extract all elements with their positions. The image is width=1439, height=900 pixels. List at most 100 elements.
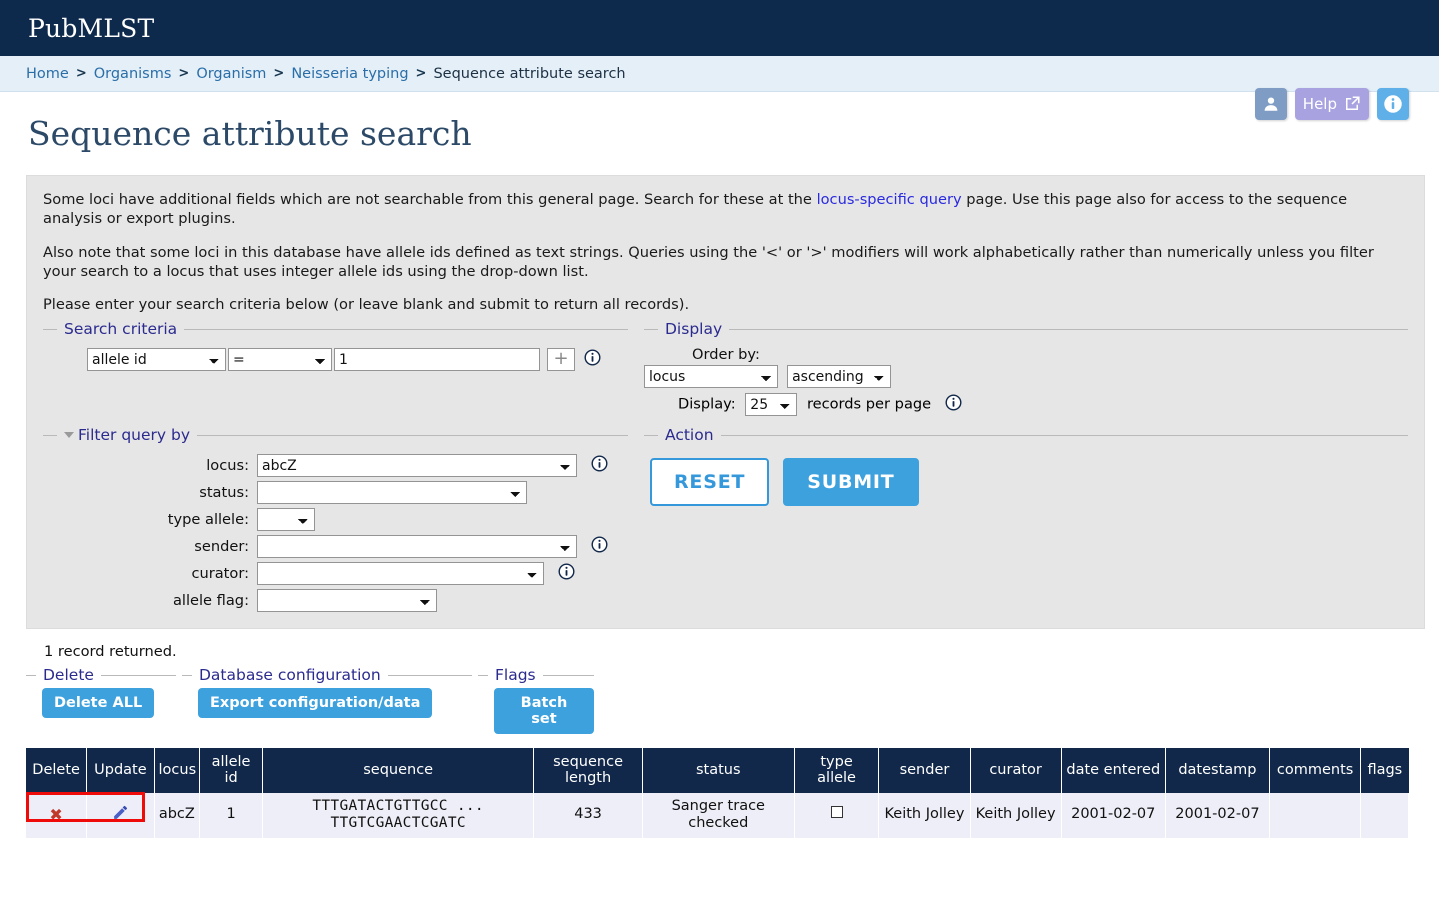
pencil-icon[interactable] <box>112 805 129 825</box>
search-operator-select[interactable]: = <box>228 348 332 372</box>
flags-cell <box>1360 792 1409 839</box>
submit-button[interactable]: SUBMIT <box>783 458 919 507</box>
action-legend: Action <box>665 426 714 445</box>
type-allele-filter-select[interactable] <box>257 508 315 532</box>
sender-cell: Keith Jolley <box>878 792 971 839</box>
display-info-icon[interactable] <box>945 394 962 415</box>
records-per-page-suffix: records per page <box>806 395 932 413</box>
column-header-type-allele[interactable]: type allele <box>794 748 880 793</box>
locus-specific-query-link[interactable]: locus-specific query <box>817 191 962 208</box>
column-header-status[interactable]: status <box>642 748 795 793</box>
filter-label-curator: curator: <box>191 565 249 583</box>
column-header-allele-id[interactable]: allele id <box>199 748 264 793</box>
type-allele-cell <box>794 792 880 839</box>
search-criteria-legend: Search criteria <box>64 320 178 339</box>
column-header-update[interactable]: Update <box>86 748 155 793</box>
add-criteria-button[interactable]: + <box>547 348 575 372</box>
filter-control-allele-flag <box>257 589 628 613</box>
column-header-sender[interactable]: sender <box>878 748 971 793</box>
dbconfig-toolbar-legend: Database configuration <box>199 666 381 685</box>
locus-filter-select[interactable]: abcZ <box>257 454 577 478</box>
results-toolbars: Delete Delete ALL Database configuration… <box>26 666 1425 735</box>
column-header-datestamp[interactable]: datestamp <box>1165 748 1271 793</box>
update-cell[interactable] <box>86 792 155 839</box>
action-fieldset: Action RESET SUBMIT <box>644 426 1408 612</box>
allele-id-cell: 1 <box>199 792 264 839</box>
filter-label-locus: locus: <box>206 457 249 475</box>
info-icon <box>1383 94 1403 114</box>
filter-label-type-allele: type allele: <box>167 511 249 529</box>
curator-filter-select[interactable] <box>257 562 544 586</box>
collapse-caret-icon[interactable] <box>64 432 74 439</box>
header-tools: Help <box>1254 88 1409 120</box>
batch-set-button[interactable]: Batch set <box>494 688 594 735</box>
filter-control-type-allele <box>257 508 628 532</box>
column-header-date-entered[interactable]: date entered <box>1061 748 1166 793</box>
records-per-page-select[interactable]: 25 <box>745 393 798 417</box>
order-direction-select[interactable]: ascending <box>787 365 892 389</box>
breadcrumb-separator: > <box>178 66 190 81</box>
filter-legend[interactable]: Filter query by <box>57 426 197 444</box>
column-header-flags[interactable]: flags <box>1360 748 1409 793</box>
locus-cell: abcZ <box>154 792 201 839</box>
curator-info-icon[interactable] <box>558 563 575 584</box>
site-brand: PubMLST <box>28 13 155 43</box>
column-header-sequence[interactable]: sequence <box>262 748 535 793</box>
delete-all-button[interactable]: Delete ALL <box>42 688 155 719</box>
unchecked-checkbox-icon[interactable] <box>830 806 843 819</box>
breadcrumb-item-neisseria-typing[interactable]: Neisseria typing <box>291 66 408 82</box>
status-filter-select[interactable] <box>257 481 527 505</box>
breadcrumb-separator: > <box>415 66 427 81</box>
column-header-delete[interactable]: Delete <box>26 748 88 793</box>
user-icon <box>1262 95 1280 113</box>
column-header-locus[interactable]: locus <box>154 748 201 793</box>
filter-grid: locus: abcZ status: type allele: sender:… <box>43 450 628 613</box>
display-controls: Order by: locus ascending Display: 25 re… <box>644 344 1408 417</box>
curator-cell: Keith Jolley <box>970 792 1062 839</box>
filter-control-curator <box>257 562 628 586</box>
search-panel: Some loci have additional fields which a… <box>26 175 1425 630</box>
sender-filter-select[interactable] <box>257 535 577 559</box>
locus-info-icon[interactable] <box>591 455 608 476</box>
reset-button[interactable]: RESET <box>650 458 770 507</box>
dbconfig-toolbar-fieldset: Database configuration Export configurat… <box>182 666 472 719</box>
order-by-row: locus ascending <box>644 365 1408 389</box>
external-link-icon <box>1343 95 1361 113</box>
filter-label-allele-flag: allele flag: <box>172 592 249 610</box>
help-button[interactable]: Help <box>1294 88 1369 120</box>
delete-cell[interactable]: ✖ <box>26 792 88 839</box>
comments-cell <box>1269 792 1362 839</box>
info-button[interactable] <box>1377 88 1409 120</box>
page-title: Sequence attribute search <box>28 114 472 153</box>
filter-legend-label: Filter query by <box>78 426 190 445</box>
user-account-button[interactable] <box>1254 88 1287 120</box>
sequence-length-cell: 433 <box>533 792 643 839</box>
search-field-select[interactable]: allele id <box>87 348 226 372</box>
breadcrumb-item-home[interactable]: Home <box>26 66 69 82</box>
order-by-label: Order by: <box>692 346 760 364</box>
sender-info-icon[interactable] <box>591 536 608 557</box>
display-legend: Display <box>665 320 723 339</box>
export-configuration-button[interactable]: Export configuration/data <box>198 688 433 719</box>
datestamp-cell: 2001-02-07 <box>1165 792 1271 839</box>
help-button-label: Help <box>1302 95 1337 113</box>
breadcrumb-item-organisms[interactable]: Organisms <box>94 66 172 82</box>
filter-control-status <box>257 481 628 505</box>
column-header-sequence-length[interactable]: sequence length <box>533 748 643 793</box>
search-criteria-info-icon[interactable] <box>584 349 601 370</box>
filter-control-sender <box>257 535 628 559</box>
breadcrumb-item-organism[interactable]: Organism <box>196 66 266 82</box>
allele-flag-filter-select[interactable] <box>257 589 437 613</box>
criteria-display-row: Search criteria allele id = + <box>43 320 1408 417</box>
column-header-curator[interactable]: curator <box>970 748 1062 793</box>
filter-label-sender: sender: <box>194 538 249 556</box>
breadcrumb-separator: > <box>273 66 285 81</box>
search-value-input[interactable] <box>334 348 540 372</box>
cross-icon[interactable]: ✖ <box>49 805 62 824</box>
breadcrumb: Home > Organisms > Organism > Neisseria … <box>0 56 1439 92</box>
search-criteria-fieldset: Search criteria allele id = + <box>43 320 628 416</box>
column-header-comments[interactable]: comments <box>1269 748 1362 793</box>
filter-label-status: status: <box>199 484 249 502</box>
intro-paragraph-3: Please enter your search criteria below … <box>43 296 690 313</box>
order-by-select[interactable]: locus <box>644 365 778 389</box>
